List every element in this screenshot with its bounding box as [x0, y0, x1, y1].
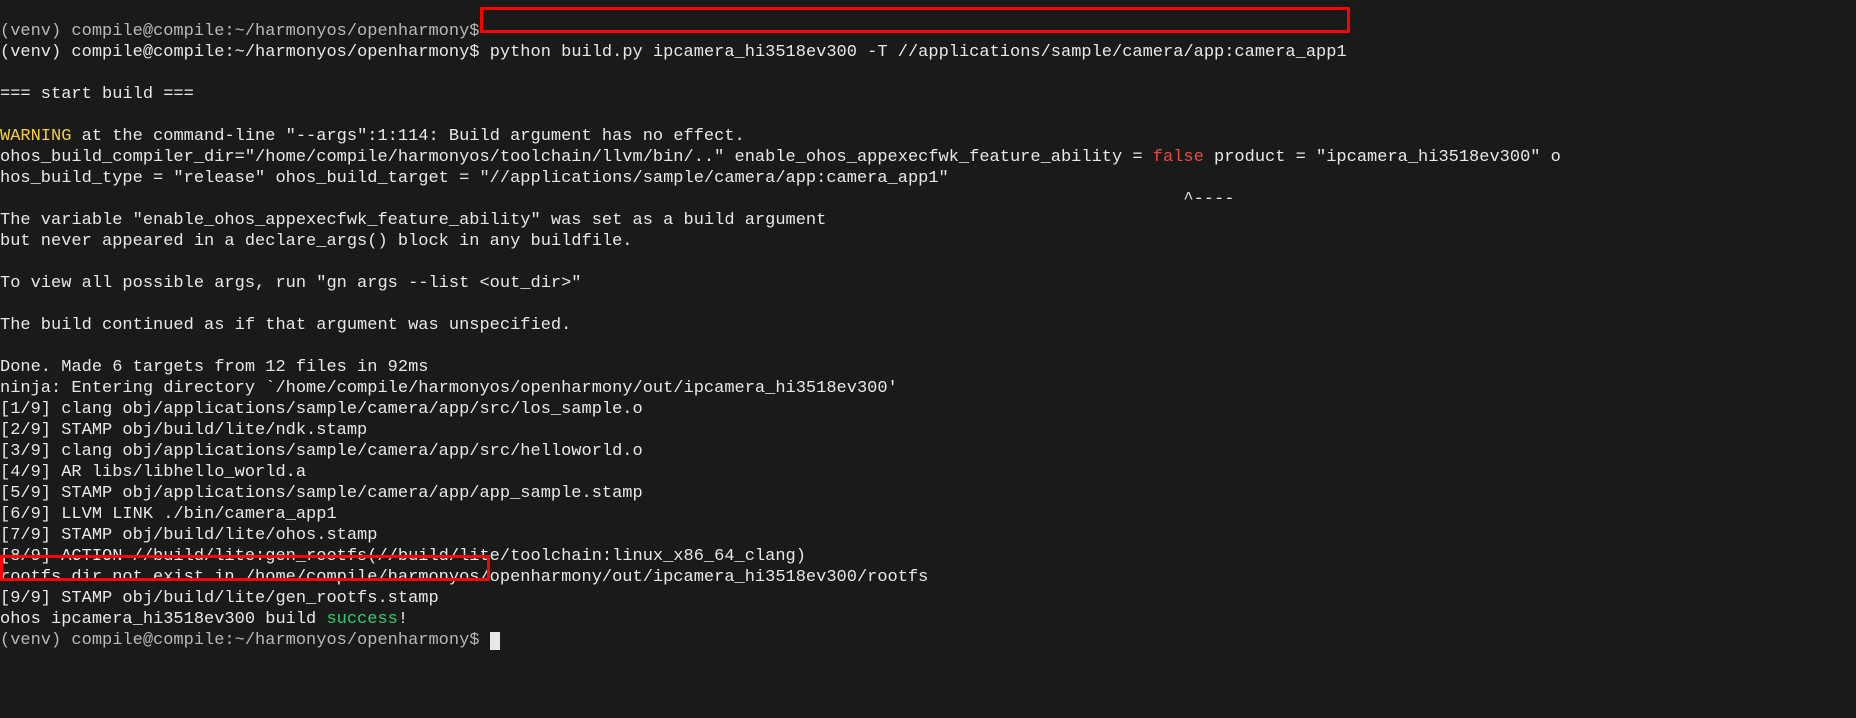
build-success-word: success [326, 610, 397, 629]
start-build-banner: === start build === [0, 85, 194, 104]
caret-indicator: ^---- [0, 190, 1234, 209]
final-prompt: (venv) compile@compile:~/harmonyos/openh… [0, 631, 490, 650]
entered-command: python build.py ipcamera_hi3518ev300 -T … [490, 43, 1347, 62]
build-step: [9/9] STAMP obj/build/lite/gen_rootfs.st… [0, 589, 439, 608]
ninja-entering: ninja: Entering directory `/home/compile… [0, 379, 898, 398]
build-step: [6/9] LLVM LINK ./bin/camera_app1 [0, 505, 337, 524]
build-step: [8/9] ACTION //build/lite:gen_rootfs(//b… [0, 547, 806, 566]
args-line-1b: product = "ipcamera_hi3518ev300" o [1204, 148, 1561, 167]
build-step: [5/9] STAMP obj/applications/sample/came… [0, 484, 643, 503]
args-line-2: hos_build_type = "release" ohos_build_ta… [0, 169, 949, 188]
prompt-userhost: compile@compile [71, 43, 224, 62]
rootfs-missing: rootfs dir not exist in /home/compile/ha… [0, 568, 928, 587]
cursor[interactable] [490, 632, 500, 650]
build-step: [7/9] STAMP obj/build/lite/ohos.stamp [0, 526, 377, 545]
prompt-dollar: $ [469, 43, 489, 62]
build-success-excl: ! [398, 610, 408, 629]
prompt-path: ~/harmonyos/openharmony [235, 43, 470, 62]
warning-text: at the command-line "--args":1:114: Buil… [71, 127, 744, 146]
done-line: Done. Made 6 targets from 12 files in 92… [0, 358, 428, 377]
build-result-prefix: ohos ipcamera_hi3518ev300 build [0, 610, 326, 629]
build-step: [3/9] clang obj/applications/sample/came… [0, 442, 643, 461]
build-step: [2/9] STAMP obj/build/lite/ndk.stamp [0, 421, 367, 440]
false-token: false [1153, 148, 1204, 167]
terminal-output[interactable]: (venv) compile@compile:~/harmonyos/openh… [0, 0, 1856, 651]
variable-note-1: The variable "enable_ohos_appexecfwk_fea… [0, 211, 826, 230]
build-step: [4/9] AR libs/libhello_world.a [0, 463, 306, 482]
warning-label: WARNING [0, 127, 71, 146]
prompt-colon: : [224, 43, 234, 62]
build-step: [1/9] clang obj/applications/sample/came… [0, 400, 643, 419]
args-line-1a: ohos_build_compiler_dir="/home/compile/h… [0, 148, 1153, 167]
prompt-venv: (venv) [0, 43, 71, 62]
variable-note-2: but never appeared in a declare_args() b… [0, 232, 633, 251]
partial-prev-prompt: (venv) compile@compile:~/harmonyos/openh… [0, 22, 479, 41]
build-continued: The build continued as if that argument … [0, 316, 571, 335]
view-args-hint: To view all possible args, run "gn args … [0, 274, 582, 293]
